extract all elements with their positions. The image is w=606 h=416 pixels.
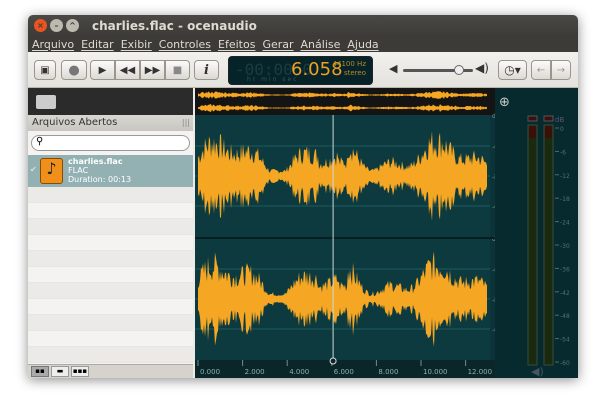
menu-controles[interactable]: Controles: [159, 38, 211, 51]
menu-efeitos[interactable]: Efeitos: [218, 38, 255, 51]
record-icon: ●: [68, 62, 80, 78]
file-item[interactable]: ✔ ♪ charlies.flac FLAC Duration: 00:13: [28, 155, 193, 187]
ruler-label: 12.000: [468, 368, 493, 376]
meter-scale-label: -48: [560, 313, 570, 320]
search-input[interactable]: ⚲: [31, 135, 190, 151]
meter-scale-label: -60: [560, 360, 570, 367]
view-grid-button[interactable]: ▪▪▪: [71, 366, 89, 377]
meter-scale-label: -12: [560, 173, 570, 180]
forward-button[interactable]: →: [551, 60, 571, 80]
folder-bar: [28, 88, 193, 115]
waveform-svg[interactable]: -6-inf-6dB-6-inf-6dB0.0002.0004.0006.000…: [195, 88, 503, 378]
level-meters: ⊕ dB 0 -6 -12 -18 -24 -30 -36 -42 -48 -54 -60 ◀): [495, 88, 578, 378]
ruler-label: 6.000: [334, 368, 354, 376]
arrow-right-icon: →: [556, 64, 566, 76]
meter-scale-label: -54: [560, 337, 570, 344]
playhead-handle[interactable]: [329, 357, 337, 365]
meter-db-label: dB: [555, 116, 564, 124]
channels: stereo: [343, 69, 366, 77]
meter-scale-label: -6: [560, 149, 566, 156]
meter-left: [527, 124, 538, 366]
sample-rate: 44100 Hz: [332, 60, 366, 68]
meter-scale-label: -42: [560, 290, 570, 297]
file-name: charlies.flac: [68, 157, 123, 166]
sidebar-title: Arquivos Abertos: [32, 117, 118, 128]
meter-right: [543, 124, 554, 366]
back-button[interactable]: ←: [531, 60, 551, 80]
rewind-icon: ◀◀: [119, 64, 136, 76]
view-list-button[interactable]: ▬: [51, 366, 69, 377]
toggle-sidebar-button[interactable]: ▣: [34, 60, 56, 80]
window-title: charlies.flac - ocenaudio: [92, 18, 257, 33]
sidebar-header: Arquivos Abertos |||: [28, 115, 193, 131]
meter-scale-label: -18: [560, 196, 570, 203]
search-icon: ⚲: [36, 136, 44, 147]
waveform-editor[interactable]: -6-inf-6dB-6-inf-6dB0.0002.0004.0006.000…: [195, 88, 503, 378]
ruler-label: 10.000: [423, 368, 448, 376]
maximize-icon[interactable]: ^: [66, 19, 79, 32]
speaker-icon[interactable]: ◀): [531, 365, 544, 378]
play-icon: ▶: [98, 64, 107, 76]
meter-scale-label: 0: [560, 126, 564, 133]
rewind-button[interactable]: ◀◀: [115, 60, 140, 80]
app-window: × – ^ charlies.flac - ocenaudio Arquivo …: [28, 15, 578, 378]
file-duration: Duration: 00:13: [68, 175, 132, 184]
view-detail-button[interactable]: ▪▪: [31, 366, 49, 377]
menu-exibir[interactable]: Exibir: [121, 38, 152, 51]
ruler-label: 0.000: [200, 368, 220, 376]
menu-ajuda[interactable]: Ajuda: [347, 38, 378, 51]
volume-slider[interactable]: [403, 65, 473, 75]
meter-left-peak-zone: [529, 126, 536, 138]
meter-right-clip: [543, 115, 554, 122]
title-bar: × – ^ charlies.flac - ocenaudio: [28, 15, 578, 36]
menu-arquivo[interactable]: Arquivo: [32, 38, 74, 51]
meter-left-clip: [527, 115, 538, 122]
time-units: hr min sec: [247, 76, 299, 83]
folder-icon[interactable]: [36, 95, 56, 109]
close-icon[interactable]: ×: [34, 19, 47, 32]
fast-forward-button[interactable]: ▶▶: [140, 60, 165, 80]
time-format-dropdown[interactable]: ◷▾: [498, 60, 527, 80]
record-button[interactable]: ●: [61, 60, 87, 80]
meter-scale-label: -36: [560, 266, 570, 273]
stop-icon: ■: [172, 64, 183, 76]
stop-button[interactable]: ■: [165, 60, 190, 80]
ruler-label: 8.000: [378, 368, 398, 376]
volume-high-icon: ◀): [475, 61, 489, 75]
grip-icon[interactable]: |||: [182, 115, 190, 131]
volume-low-icon: ◀: [389, 62, 398, 75]
volume-slider-handle[interactable]: [454, 65, 464, 75]
arrow-left-icon: ←: [536, 64, 546, 76]
file-list-empty: [28, 187, 193, 363]
time-display: -00:00:0 6.058 44100 Hz stereo hr min sec: [228, 56, 373, 85]
toolbar: ▣ ● ▶ ◀◀ ▶▶ ■ i -00:00:0 6.058 44100 Hz s…: [28, 52, 578, 88]
menu-bar: Arquivo Editar Exibir Controles Efeitos …: [28, 36, 578, 52]
info-button[interactable]: i: [194, 60, 219, 80]
ruler-label: 4.000: [289, 368, 309, 376]
zoom-icon[interactable]: ⊕: [499, 95, 510, 110]
clock-icon: ◷▾: [504, 63, 521, 77]
check-icon: ✔: [30, 165, 37, 174]
menu-gerar[interactable]: Gerar: [262, 38, 293, 51]
menu-editar[interactable]: Editar: [81, 38, 114, 51]
file-format: FLAC: [68, 166, 89, 175]
view-mode-bar: ▪▪ ▬ ▪▪▪: [28, 364, 193, 378]
menu-analise[interactable]: Análise: [301, 38, 341, 51]
meters-svg: ⊕ dB 0 -6 -12 -18 -24 -30 -36 -42 -48 -54 -60 ◀): [499, 95, 570, 378]
ruler-label: 2.000: [245, 368, 265, 376]
overview-bg[interactable]: [195, 88, 495, 115]
audio-file-icon: ♪: [40, 158, 63, 184]
meter-right-peak-zone: [545, 126, 552, 138]
meter-scale-label: -30: [560, 243, 570, 250]
sidebar-icon: ▣: [40, 64, 50, 76]
sidebar: Arquivos Abertos ||| ⚲ ✔ ♪ charlies.flac …: [28, 88, 193, 378]
fast-forward-icon: ▶▶: [144, 64, 161, 76]
play-button[interactable]: ▶: [90, 60, 115, 80]
minimize-icon[interactable]: –: [50, 19, 63, 32]
meter-scale-label: -24: [560, 220, 570, 227]
